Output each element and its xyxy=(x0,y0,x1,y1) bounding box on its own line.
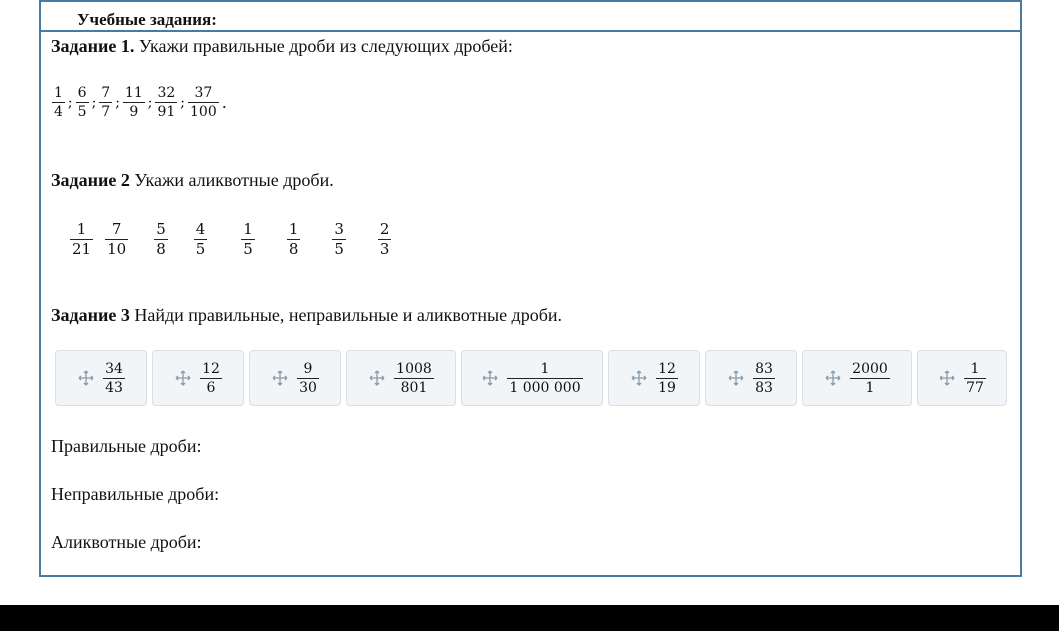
card-fraction: 34 43 xyxy=(103,360,125,396)
worksheet-frame: Учебные задания: Задание 1. Укажи правил… xyxy=(39,0,1022,577)
bottom-bar xyxy=(0,605,1059,631)
header-row: Учебные задания: xyxy=(41,0,1020,32)
fraction: 65 xyxy=(75,85,89,120)
task2-text: Укажи аликвотные дроби. xyxy=(129,170,334,190)
fraction: 58 xyxy=(154,220,168,258)
fraction: 1 21 xyxy=(70,220,94,258)
answer-proper-label: Правильные дроби: xyxy=(51,436,202,456)
move-arrows-icon xyxy=(175,370,191,386)
move-arrows-icon xyxy=(272,370,288,386)
move-arrows-icon xyxy=(631,370,647,386)
draggable-fraction-card[interactable]: 2000 1 xyxy=(802,350,912,406)
task2-label: Задание 2 xyxy=(51,170,130,190)
task3-heading: Задание 3 Найди правильные, неправильные… xyxy=(51,305,562,326)
card-fraction: 1008 801 xyxy=(394,360,434,396)
task3-label: Задание 3 xyxy=(51,305,130,325)
page-title: Учебные задания: xyxy=(77,10,217,29)
fraction: 18 xyxy=(286,220,301,258)
separator: ; xyxy=(115,94,120,111)
fraction: 35 xyxy=(332,220,346,258)
draggable-fraction-card[interactable]: 34 43 xyxy=(55,350,147,406)
answer-aliquot-label: Аликвотные дроби: xyxy=(51,532,202,552)
separator: ; xyxy=(147,94,153,111)
fraction: 11 9 xyxy=(122,85,145,120)
fraction: 77 xyxy=(99,85,113,120)
move-arrows-icon xyxy=(78,370,94,386)
card-fraction: 11 000 000 xyxy=(507,360,583,396)
move-arrows-icon xyxy=(482,370,498,386)
fraction: 37 100 xyxy=(188,85,219,120)
draggable-fraction-card[interactable]: 1008 801 xyxy=(346,350,456,406)
card-fraction: 2000 1 xyxy=(850,360,890,396)
draggable-fraction-card[interactable]: 12 6 xyxy=(152,350,244,406)
card-fraction: 9 30 xyxy=(297,360,319,396)
separator: ; xyxy=(180,94,186,111)
worksheet: Учебные задания: Задание 1. Укажи правил… xyxy=(0,0,1059,605)
card-fraction: 12 6 xyxy=(200,360,222,396)
fraction: 15 xyxy=(241,220,255,258)
separator: ; xyxy=(67,94,73,111)
move-arrows-icon xyxy=(825,370,841,386)
task1-fractions: 14 ; 65 ; 77 ; 11 9 ; 32 91 ; 37 100 . xyxy=(52,85,227,120)
draggable-fraction-card[interactable]: 12 19 xyxy=(608,350,700,406)
task1-label: Задание 1. xyxy=(51,36,135,56)
fraction: 14 xyxy=(52,85,65,120)
task3-text: Найди правильные, неправильные и аликвот… xyxy=(129,305,563,325)
card-fraction: 83 83 xyxy=(753,360,775,396)
draggable-fraction-card[interactable]: 11 000 000 xyxy=(461,350,603,406)
card-fraction: 1 77 xyxy=(964,360,986,396)
task1-heading: Задание 1. Укажи правильные дроби из сле… xyxy=(51,36,513,57)
draggable-fraction-card[interactable]: 9 30 xyxy=(249,350,341,406)
card-fraction: 12 19 xyxy=(656,360,678,396)
draggable-cards-row: 34 43 12 6 9 30 1008 801 11 000 000 12 19 xyxy=(55,350,1007,406)
fraction: 32 91 xyxy=(155,85,178,120)
draggable-fraction-card[interactable]: 83 83 xyxy=(705,350,797,406)
move-arrows-icon xyxy=(369,370,385,386)
fraction: 7 10 xyxy=(105,220,129,258)
move-arrows-icon xyxy=(939,370,955,386)
fraction: 23 xyxy=(377,220,392,258)
separator: ; xyxy=(91,94,97,111)
task2-fractions: 1 21 7 10 58 45 15 18 35 23 xyxy=(70,220,392,258)
end-period: . xyxy=(221,93,227,112)
fraction: 45 xyxy=(193,220,208,258)
answer-improper-label: Неправильные дроби: xyxy=(51,484,220,504)
task2-heading: Задание 2 Укажи аликвотные дроби. xyxy=(51,170,334,191)
move-arrows-icon xyxy=(728,370,744,386)
task1-text: Укажи правильные дроби из следующих дроб… xyxy=(134,36,513,56)
draggable-fraction-card[interactable]: 1 77 xyxy=(917,350,1007,406)
